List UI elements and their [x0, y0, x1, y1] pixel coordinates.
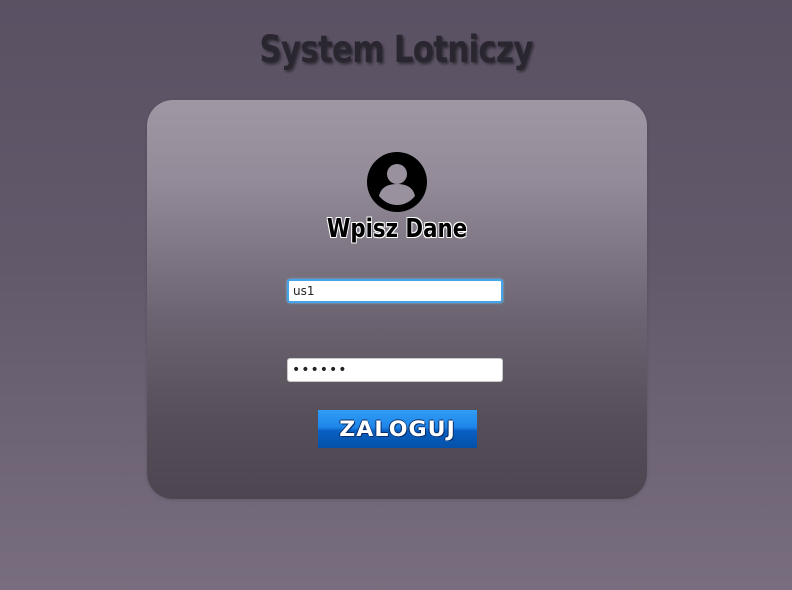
login-heading: Wpisz Dane	[326, 214, 468, 244]
login-button[interactable]: ZALOGUJ	[318, 410, 477, 448]
login-card: Wpisz Dane ZALOGUJ	[147, 100, 647, 499]
username-input[interactable]	[287, 279, 503, 303]
page-title: System Lotniczy	[259, 28, 533, 71]
password-input[interactable]	[287, 358, 503, 382]
user-circle-icon	[367, 152, 427, 212]
login-button-label: ZALOGUJ	[339, 417, 456, 441]
